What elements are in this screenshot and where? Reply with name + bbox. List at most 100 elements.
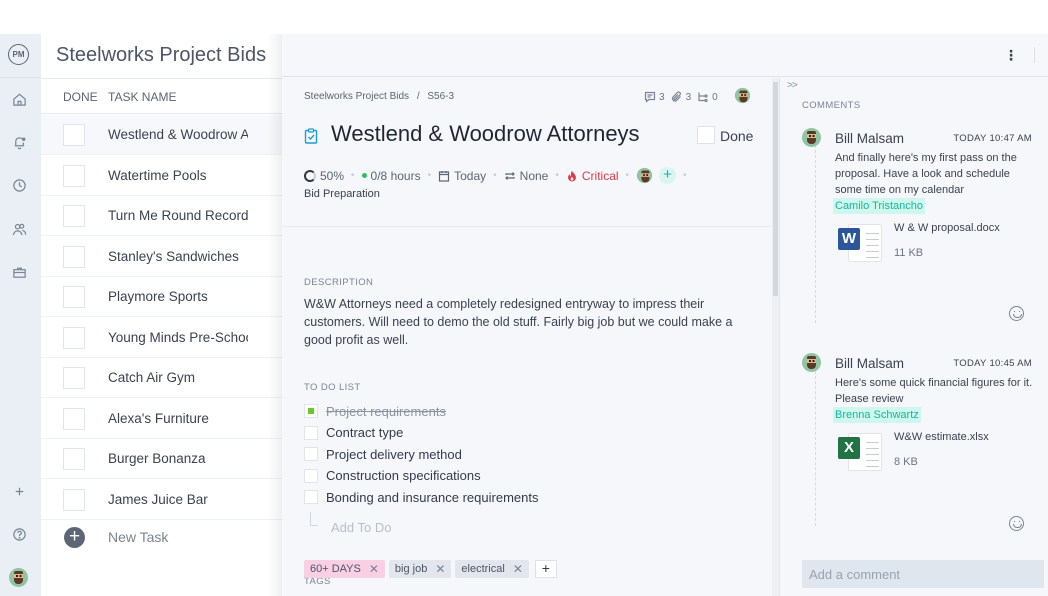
todo-checkbox[interactable] <box>304 425 318 440</box>
todo-text[interactable]: Contract type <box>326 425 403 440</box>
task-done-checkbox[interactable] <box>63 245 85 268</box>
tag-chip[interactable]: big job ✕ <box>388 560 452 578</box>
collapse-comments-icon[interactable]: >> <box>787 80 798 91</box>
todo-item[interactable]: Construction specifications <box>304 465 481 487</box>
home-icon[interactable] <box>10 90 28 108</box>
todo-checkbox[interactable] <box>304 447 318 461</box>
tag-chip[interactable]: electrical ✕ <box>455 560 529 578</box>
task-name[interactable]: James Juice Bar <box>108 492 248 507</box>
todo-checkbox[interactable] <box>304 468 318 483</box>
comment-author-avatar[interactable] <box>802 353 821 372</box>
remove-tag-icon[interactable]: ✕ <box>369 562 379 576</box>
todo-item[interactable]: Project requirements <box>304 400 446 422</box>
new-task-button[interactable]: + New Task <box>41 520 286 556</box>
task-name[interactable]: Watertime Pools <box>108 168 248 183</box>
task-done-checkbox[interactable] <box>63 367 85 389</box>
tag-chip[interactable]: 60+ DAYS ✕ <box>304 560 385 578</box>
task-row[interactable]: Turn Me Round Records <box>41 196 286 236</box>
task-done-checkbox[interactable] <box>63 124 85 146</box>
todo-text[interactable]: Project delivery method <box>326 447 462 462</box>
todo-item[interactable]: Contract type <box>304 422 403 444</box>
remove-tag-icon[interactable]: ✕ <box>513 562 523 576</box>
task-name[interactable]: Alexa's Furniture <box>108 411 248 426</box>
mention-tag[interactable]: Brenna Schwartz <box>833 407 921 423</box>
todo-text[interactable]: Construction specifications <box>326 468 481 483</box>
task-done-checkbox[interactable] <box>63 488 85 511</box>
task-row[interactable]: Young Minds Pre-School <box>41 318 286 358</box>
file-name[interactable]: W & W proposal.docx <box>894 222 1000 234</box>
task-done-checkbox[interactable] <box>63 286 85 308</box>
attachment-count[interactable]: 3 <box>671 91 691 103</box>
todo-item[interactable]: Bonding and insurance requirements <box>304 486 538 508</box>
task-row[interactable]: Playmore Sports <box>41 277 286 317</box>
task-name[interactable]: Westlend & Woodrow A <box>108 127 248 142</box>
add-comment-input[interactable]: Add a comment <box>802 560 1044 588</box>
task-row[interactable]: Burger Bonanza <box>41 439 286 479</box>
task-done-checkbox[interactable] <box>63 407 85 430</box>
pm-logo[interactable]: PM <box>8 44 29 65</box>
add-task-icon[interactable]: + <box>64 527 85 548</box>
task-name[interactable]: Stanley's Sandwiches <box>108 249 248 264</box>
task-done-checkbox[interactable] <box>63 205 85 227</box>
comment-author[interactable]: Bill Malsam <box>835 131 904 146</box>
more-options-icon[interactable]: ⋮ <box>1004 48 1018 62</box>
add-assignee-button[interactable]: + <box>659 167 677 184</box>
task-row[interactable]: James Juice Bar <box>41 480 286 520</box>
phase-label[interactable]: Bid Preparation <box>304 188 380 200</box>
task-row[interactable]: Catch Air Gym <box>41 358 286 398</box>
task-name[interactable]: Burger Bonanza <box>108 451 248 466</box>
notifications-icon[interactable] <box>10 133 28 151</box>
add-todo-input[interactable]: Add To Do <box>310 512 391 535</box>
tag-label: electrical <box>461 563 505 575</box>
plus-icon[interactable] <box>10 482 28 500</box>
comment-author-avatar[interactable] <box>802 128 821 147</box>
task-name[interactable]: Turn Me Round Records <box>108 208 248 223</box>
file-attachment[interactable]: W W & W proposal.docx 11 KB <box>838 222 1038 266</box>
mention-tag[interactable]: Camilo Tristancho <box>833 198 926 214</box>
task-name[interactable]: Young Minds Pre-School <box>108 330 248 345</box>
todo-text[interactable]: Project requirements <box>326 404 446 419</box>
user-avatar[interactable] <box>9 568 28 587</box>
task-name[interactable]: Catch Air Gym <box>108 370 248 385</box>
detail-scrollbar[interactable] <box>772 78 779 596</box>
people-icon[interactable] <box>10 220 28 238</box>
task-name[interactable]: Playmore Sports <box>108 289 248 304</box>
todo-checkbox[interactable] <box>304 490 318 504</box>
file-name[interactable]: W&W estimate.xlsx <box>894 431 989 443</box>
comment-author[interactable]: Bill Malsam <box>835 356 904 371</box>
hours-field[interactable]: 0/8 hours <box>361 169 421 183</box>
breadcrumb-project[interactable]: Steelworks Project Bids <box>304 91 409 102</box>
emoji-reaction-icon[interactable] <box>1009 516 1024 531</box>
clock-icon[interactable] <box>10 176 28 194</box>
file-attachment[interactable]: X W&W estimate.xlsx 8 KB <box>838 431 1038 475</box>
todo-item[interactable]: Project delivery method <box>304 443 462 465</box>
task-name-column-header[interactable]: TASK NAME <box>108 90 176 104</box>
done-column-header[interactable]: DONE <box>63 90 98 104</box>
help-icon[interactable] <box>10 525 28 543</box>
todo-text[interactable]: Bonding and insurance requirements <box>326 490 538 505</box>
subtask-count[interactable]: 0 <box>697 91 718 103</box>
comment-count[interactable]: 3 <box>644 91 665 103</box>
due-date-field[interactable]: Today <box>438 169 486 183</box>
task-row[interactable]: Watertime Pools <box>41 156 286 196</box>
assignees-field[interactable]: + <box>636 167 677 184</box>
briefcase-icon[interactable] <box>10 263 28 281</box>
emoji-reaction-icon[interactable] <box>1009 306 1024 321</box>
task-row[interactable]: Stanley's Sandwiches <box>41 237 286 277</box>
recurrence-field[interactable]: None <box>504 169 548 183</box>
remove-tag-icon[interactable]: ✕ <box>435 562 445 576</box>
task-row[interactable]: Alexa's Furniture <box>41 399 286 439</box>
todo-checkbox[interactable] <box>304 404 318 418</box>
description-text[interactable]: W&W Attorneys need a completely redesign… <box>304 295 754 349</box>
task-done-checkbox[interactable] <box>63 448 85 470</box>
task-done-checkbox[interactable] <box>63 164 85 187</box>
priority-field[interactable]: Critical <box>566 169 619 183</box>
task-row[interactable]: Westlend & Woodrow A <box>41 115 286 155</box>
scrollbar-thumb[interactable] <box>773 82 778 296</box>
assignee-avatar[interactable] <box>734 87 751 104</box>
task-title[interactable]: Westlend & Woodrow Attorneys <box>331 121 640 147</box>
progress-field[interactable]: 50% <box>304 169 344 183</box>
done-checkbox[interactable] <box>697 126 715 144</box>
add-tag-button[interactable]: + <box>534 560 557 578</box>
task-done-checkbox[interactable] <box>63 326 85 349</box>
